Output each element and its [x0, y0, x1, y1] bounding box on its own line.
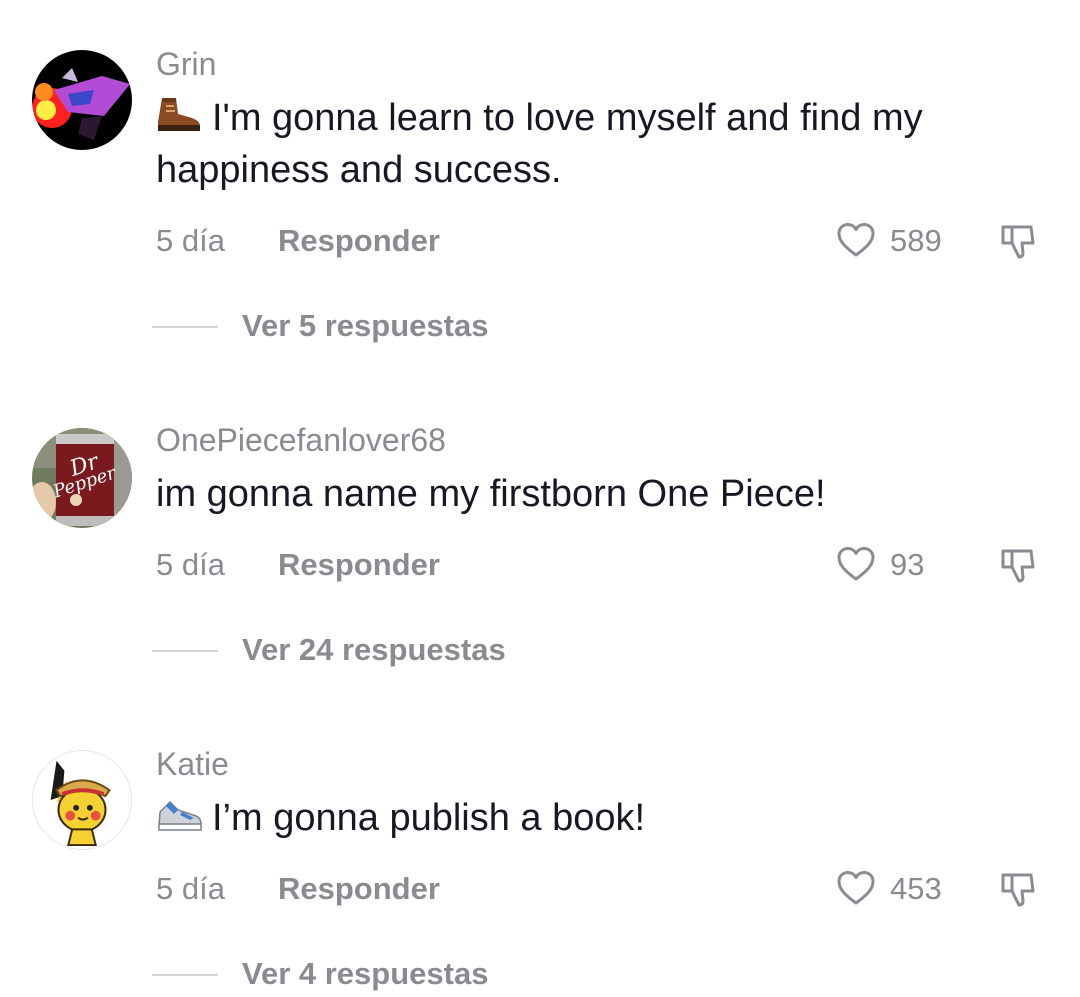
comment-actions: 5 día Responder 93: [156, 543, 1046, 587]
view-replies-label: Ver 4 respuestas: [242, 956, 489, 991]
avatar[interactable]: [32, 750, 132, 850]
replies-divider: [152, 326, 218, 328]
reply-button[interactable]: Responder: [278, 867, 440, 911]
comment-actions: 5 día Responder 589: [156, 219, 1046, 263]
boot-emoji-icon: [156, 94, 202, 134]
comment-time: 5 día: [156, 871, 225, 906]
dislike-button[interactable]: [998, 867, 1042, 911]
avatar[interactable]: Dr Pepper: [32, 428, 132, 528]
username[interactable]: Grin: [156, 44, 216, 84]
comment-time: 5 día: [156, 547, 225, 582]
comment-text-content: I'm gonna learn to love myself and find …: [156, 97, 923, 191]
like-count: 453: [890, 871, 942, 906]
dislike-button[interactable]: [998, 219, 1042, 263]
comment-text: I'm gonna learn to love myself and find …: [156, 92, 1046, 196]
comment-time: 5 día: [156, 223, 225, 258]
comment-text-content: I’m gonna publish a book!: [212, 797, 646, 839]
thumbs-down-icon: [1001, 225, 1035, 259]
reply-button[interactable]: Responder: [278, 219, 440, 263]
sneaker-emoji-icon: [156, 794, 202, 834]
comment-actions: 5 día Responder 453: [156, 867, 1046, 911]
thumbs-down-icon: [1001, 873, 1035, 907]
heart-icon: [837, 871, 875, 905]
like-count: 93: [890, 547, 925, 582]
username[interactable]: OnePiecefanlover68: [156, 420, 446, 460]
username[interactable]: Katie: [156, 744, 229, 784]
comment-text: I’m gonna publish a book!: [156, 792, 1046, 844]
like-count: 589: [890, 223, 942, 258]
view-replies-label: Ver 5 respuestas: [242, 308, 489, 343]
view-replies-label: Ver 24 respuestas: [242, 632, 506, 667]
replies-divider: [152, 650, 218, 652]
comment-text: im gonna name my firstborn One Piece!: [156, 468, 1046, 520]
avatar[interactable]: [32, 50, 132, 150]
heart-icon: [837, 223, 875, 257]
replies-divider: [152, 974, 218, 976]
comment-text-content: im gonna name my firstborn One Piece!: [156, 473, 826, 515]
thumbs-down-icon: [1001, 549, 1035, 583]
dislike-button[interactable]: [998, 543, 1042, 587]
reply-button[interactable]: Responder: [278, 543, 440, 587]
heart-icon: [837, 547, 875, 581]
